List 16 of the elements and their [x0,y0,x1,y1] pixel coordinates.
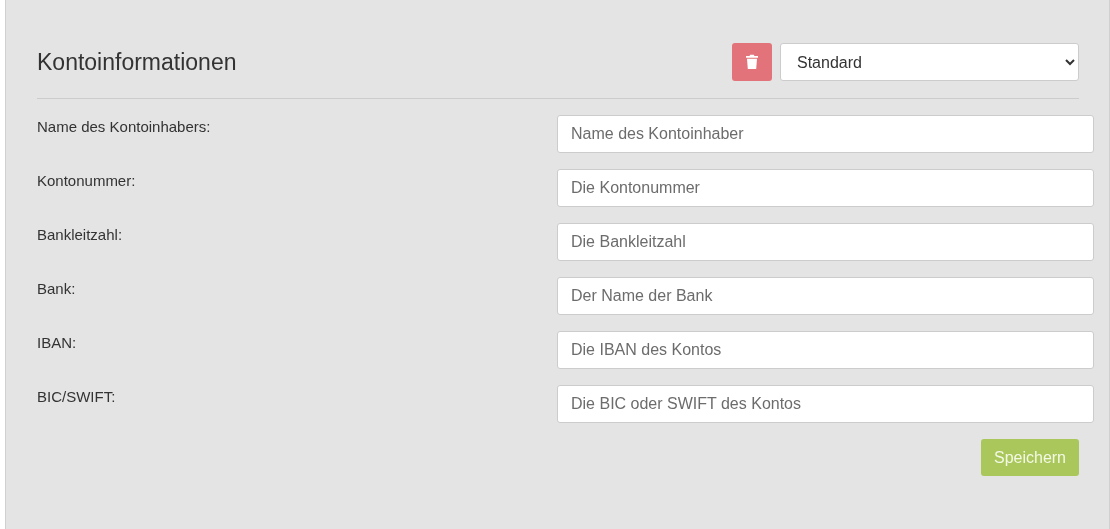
input-field[interactable]: Name des Kontoinhaber [557,115,1094,153]
trash-icon [745,54,759,70]
input-field[interactable]: Der Name der Bank [557,277,1094,315]
delete-button[interactable] [732,43,772,81]
field-label: IBAN: [37,333,77,351]
input-field[interactable]: Die BIC oder SWIFT des Kontos [557,385,1094,423]
field-label: Bankleitzahl: [37,225,123,243]
input-field[interactable]: Die IBAN des Kontos [557,331,1094,369]
input-field[interactable]: Die Bankleitzahl [557,223,1094,261]
field-label: Bank: [37,279,76,297]
field-label: BIC/SWIFT: [37,387,116,405]
field-label: Kontonummer: [37,171,136,189]
input-field[interactable]: Die Kontonummer [557,169,1094,207]
section-title: Kontoinformationen [37,48,237,76]
field-label: Name des Kontoinhabers: [37,117,211,135]
profile-select[interactable]: Standard [780,43,1079,81]
